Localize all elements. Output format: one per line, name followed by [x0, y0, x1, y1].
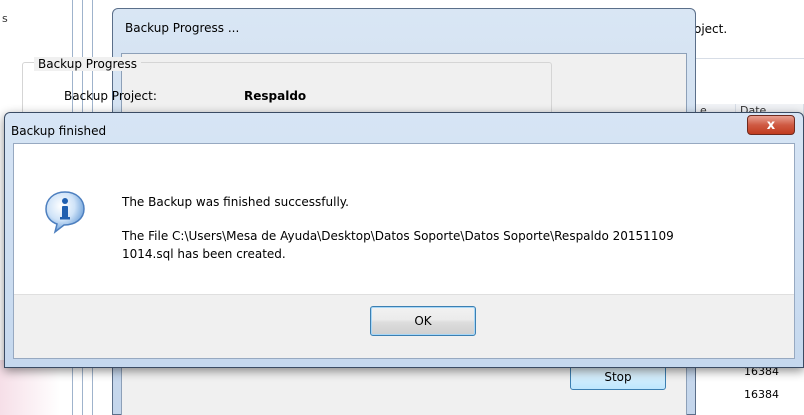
- file-created-message: The File C:\Users\Mesa de Ayuda\Desktop\…: [122, 227, 782, 263]
- close-button[interactable]: x: [747, 115, 795, 135]
- project-label: Backup Project:: [64, 89, 157, 103]
- group-label: Backup Progress: [34, 57, 142, 71]
- file-path-line: The File C:\Users\Mesa de Ayuda\Desktop\…: [122, 229, 674, 243]
- dialog-title: Backup finished: [11, 124, 107, 138]
- background-separator: [690, 58, 804, 59]
- project-value: Respaldo: [244, 89, 307, 103]
- file-created-line: 1014.sql has been created.: [122, 247, 286, 261]
- backup-finished-dialog: Backup finished x The Backup was finishe…: [4, 112, 804, 368]
- background-size-value: 16384: [744, 388, 779, 401]
- background-left-text: s: [2, 12, 8, 25]
- success-message: The Backup was finished successfully.: [122, 195, 349, 209]
- background-decoration: [0, 360, 60, 415]
- background-right-text: oject.: [694, 22, 728, 36]
- window-title: Backup Progress ...: [125, 21, 240, 35]
- close-icon: x: [766, 117, 776, 133]
- dialog-content: The Backup was finished successfully. Th…: [13, 143, 795, 359]
- info-icon: [45, 191, 85, 234]
- ok-button[interactable]: OK: [370, 306, 476, 336]
